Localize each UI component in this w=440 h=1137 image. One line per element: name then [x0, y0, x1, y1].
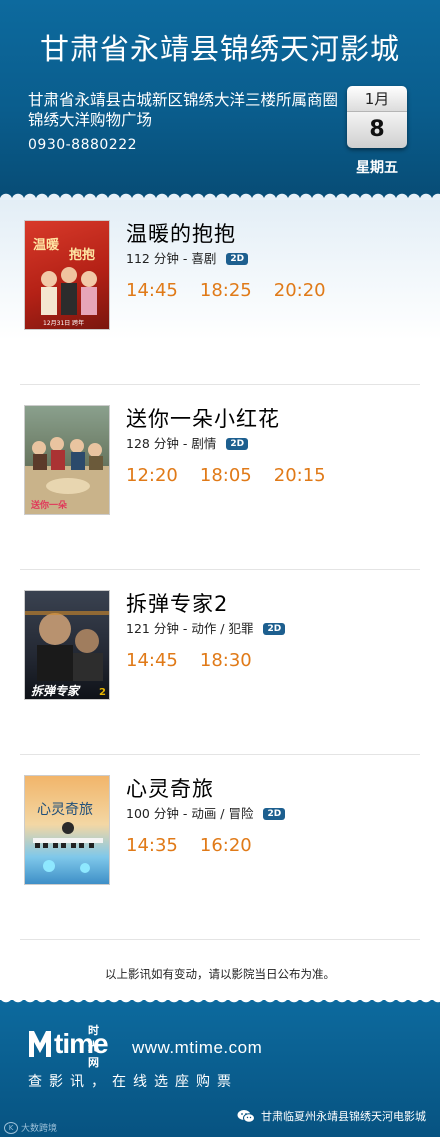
movie-title[interactable]: 拆弹专家2 [126, 588, 228, 618]
movie-poster[interactable]: 送你一朵 [24, 405, 110, 515]
showtimes: 14:45 18:25 20:20 [126, 280, 348, 301]
mtime-m-icon [28, 1028, 52, 1058]
mtime-tagline: 查影讯，在线选座购票 [28, 1074, 238, 1090]
calendar-weekday: 星期五 [356, 160, 398, 176]
showtime[interactable]: 12:20 [126, 465, 178, 486]
mtime-footer: time 时光网 www.mtime.com 查影讯，在线选座购票 甘肃临夏州永… [0, 1000, 440, 1137]
format-badge-2d: 2D [263, 622, 286, 635]
header-scallop-edge [0, 188, 440, 200]
date-calendar-icon: 1月 8 [347, 86, 407, 148]
movie-meta: 121 分钟 - 动作 / 犯罪 2D [126, 618, 286, 637]
svg-text:12月31日 跨年: 12月31日 跨年 [43, 319, 84, 327]
cinema-name: 甘肃省永靖县锦绣天河影城 [39, 32, 400, 66]
showtime[interactable]: 18:30 [200, 650, 252, 671]
showtime[interactable]: 14:35 [126, 835, 178, 856]
calendar-day: 8 [347, 112, 407, 148]
movie-duration: 100 分钟 [126, 806, 179, 821]
movie-meta: 128 分钟 - 剧情 2D [126, 433, 249, 452]
mtime-website-link[interactable]: www.mtime.com [132, 1038, 262, 1058]
movie-duration: 121 分钟 [126, 621, 179, 636]
movie-poster[interactable]: 温暖 抱抱 12月31日 跨年 [24, 220, 110, 330]
movie-genre: 动作 / 犯罪 [191, 621, 254, 636]
watermark-label: 大数跨境 [21, 1124, 58, 1134]
watermark-icon: K [4, 1121, 18, 1134]
movie-duration: 128 分钟 [126, 436, 179, 451]
showtimes: 14:45 18:30 [126, 650, 274, 671]
svg-text:2: 2 [99, 687, 106, 698]
movie-card[interactable]: 温暖 抱抱 12月31日 跨年 温暖的抱抱 112 分钟 - 喜剧 2D 14:4… [0, 200, 440, 385]
showtime[interactable]: 20:15 [274, 465, 326, 486]
wechat-icon [237, 1110, 255, 1123]
movie-title[interactable]: 送你一朵小红花 [126, 403, 280, 433]
movie-genre: 喜剧 [191, 251, 217, 266]
svg-text:拆弹专家: 拆弹专家 [31, 684, 81, 698]
movie-meta: 112 分钟 - 喜剧 2D [126, 248, 249, 267]
cinema-address: 甘肃省永靖县古城新区锦绣大洋三楼所属商圈锦绣大洋购物广场 [28, 91, 339, 129]
watermark: K 大数跨境 [4, 1121, 57, 1134]
cinema-header: 甘肃省永靖县锦绣天河影城 甘肃省永靖县古城新区锦绣大洋三楼所属商圈锦绣大洋购物广… [0, 0, 440, 200]
movie-genre: 剧情 [191, 436, 217, 451]
calendar-month: 1月 [347, 86, 407, 112]
showtimes: 14:35 16:20 [126, 835, 274, 856]
movie-title[interactable]: 心灵奇旅 [126, 773, 214, 803]
format-badge-2d: 2D [226, 437, 249, 450]
movie-card[interactable]: 拆弹专家 2 拆弹专家2 121 分钟 - 动作 / 犯罪 2D 14:45 18:… [0, 570, 440, 755]
svg-text:心灵奇旅: 心灵奇旅 [37, 801, 93, 818]
movie-meta: 100 分钟 - 动画 / 冒险 2D [126, 803, 286, 822]
cinema-phone[interactable]: 0930-8880222 [28, 137, 137, 153]
poster-art: 拆弹专家 2 [25, 611, 109, 698]
poster-art: 送你一朵 [25, 437, 109, 514]
showtime[interactable]: 18:05 [200, 465, 252, 486]
mtime-logo-cn: 时光网 [88, 1024, 100, 1069]
poster-art: 心灵奇旅 [33, 801, 103, 873]
footer-scallop-edge [0, 996, 440, 1008]
svg-text:送你一朵: 送你一朵 [30, 499, 68, 511]
showtime[interactable]: 18:25 [200, 280, 252, 301]
svg-text:温暖: 温暖 [33, 237, 60, 253]
movie-title[interactable]: 温暖的抱抱 [126, 218, 236, 248]
showtime[interactable]: 14:45 [126, 650, 178, 671]
showtimes: 12:20 18:05 20:15 [126, 465, 348, 486]
wechat-account[interactable]: 甘肃临夏州永靖县锦绣天河电影城 [237, 1108, 426, 1124]
showtime[interactable]: 16:20 [200, 835, 252, 856]
movie-poster[interactable]: 心灵奇旅 [24, 775, 110, 885]
movie-card[interactable]: 送你一朵 送你一朵小红花 128 分钟 - 剧情 2D 12:20 18:05 20:… [0, 385, 440, 570]
format-badge-2d: 2D [226, 252, 249, 265]
svg-text:抱抱: 抱抱 [69, 247, 95, 263]
showtime[interactable]: 14:45 [126, 280, 178, 301]
movie-genre: 动画 / 冒险 [191, 806, 254, 821]
showtime[interactable]: 20:20 [274, 280, 326, 301]
poster-art: 温暖 抱抱 12月31日 跨年 [33, 237, 97, 327]
schedule-notice: 以上影讯如有变动，请以影院当日公布为准。 [105, 967, 335, 981]
wechat-account-name: 甘肃临夏州永靖县锦绣天河电影城 [261, 1110, 426, 1123]
mtime-logo[interactable]: time 时光网 [28, 1024, 109, 1069]
movie-card[interactable]: 心灵奇旅 心灵奇旅 100 分钟 - 动画 / 冒险 2D 14:35 16:20 [0, 755, 440, 940]
movie-poster[interactable]: 拆弹专家 2 [24, 590, 110, 700]
format-badge-2d: 2D [263, 807, 286, 820]
divider [20, 939, 420, 940]
movie-duration: 112 分钟 [126, 251, 179, 266]
